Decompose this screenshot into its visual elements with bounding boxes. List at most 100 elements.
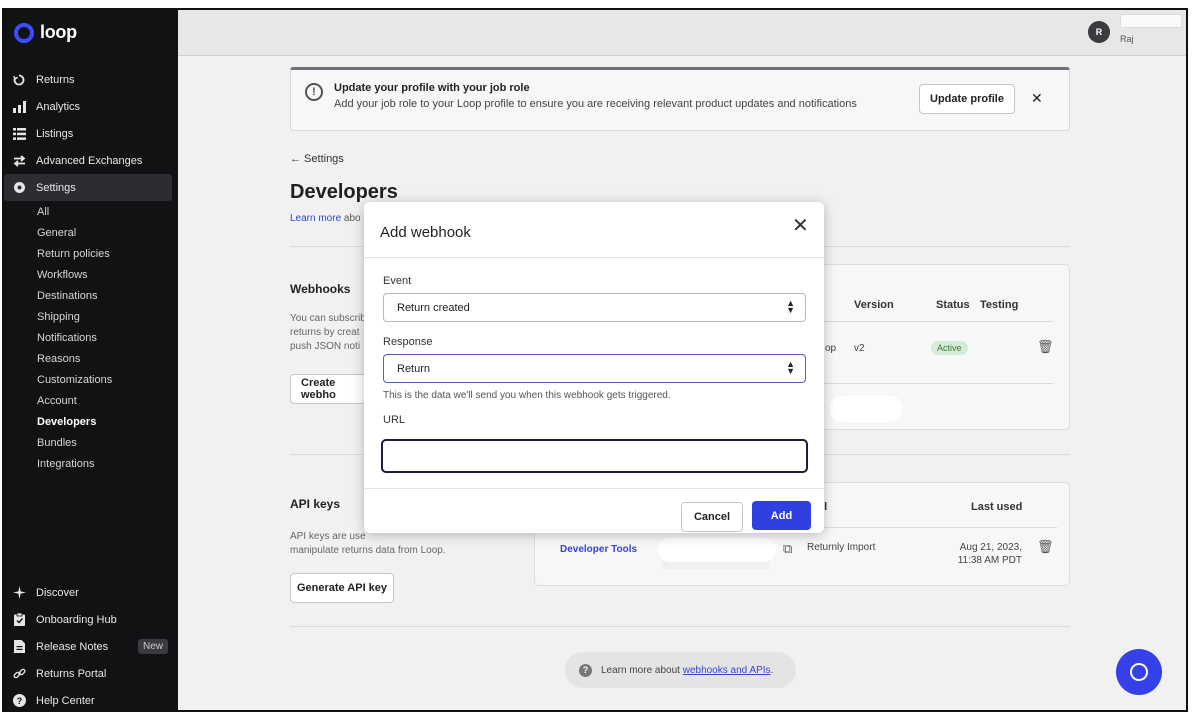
select-arrows-icon: ▲ ▼ (786, 359, 795, 376)
settings-sub-notifications[interactable]: Notifications (4, 327, 178, 348)
profile-banner: ! Update your profile with your job role… (290, 67, 1070, 131)
column-header-testing: Testing (980, 299, 1019, 311)
settings-sub-account[interactable]: Account (4, 390, 178, 411)
learn-more-text: Learn more abo (290, 213, 361, 224)
sidebar-bottom-nav: Discover Onboarding Hub Release Notes Ne… (4, 579, 178, 710)
copy-icon[interactable]: ⧉ (783, 541, 792, 557)
settings-icon (12, 181, 26, 195)
update-profile-button[interactable]: Update profile (919, 84, 1015, 114)
loop-logo-icon (14, 22, 34, 43)
analytics-icon (12, 100, 26, 114)
add-button[interactable]: Add (752, 501, 811, 530)
sidebar-item-help-center[interactable]: ? Help Center (4, 687, 172, 710)
sidebar-item-label: Onboarding Hub (36, 613, 117, 626)
new-badge: New (137, 639, 168, 654)
redaction-blob (658, 538, 776, 562)
banner-text: Add your job role to your Loop profile t… (334, 98, 857, 110)
cancel-button[interactable]: Cancel (681, 502, 743, 532)
sidebar-item-label: Analytics (36, 100, 81, 113)
redacted-user-info (1120, 14, 1182, 28)
generate-api-key-button[interactable]: Generate API key (290, 573, 394, 603)
webhooks-apis-link[interactable]: webhooks and APIs (683, 665, 771, 676)
sidebar-nav: Returns Analytics Listings Advanced Exch… (4, 66, 178, 474)
clipboard-icon (12, 613, 26, 627)
close-icon[interactable]: ✕ (1031, 90, 1043, 107)
chat-button[interactable] (1116, 649, 1162, 695)
webhook-row-fragment: op (825, 343, 837, 354)
link-icon (12, 667, 26, 681)
document-icon (12, 640, 26, 654)
help-icon: ? (579, 663, 592, 677)
settings-sub-return-policies[interactable]: Return policies (4, 243, 178, 264)
exchange-icon (12, 154, 26, 168)
divider (785, 321, 1053, 322)
create-webhook-button[interactable]: Create webho (290, 374, 372, 404)
discover-icon (12, 586, 26, 600)
column-header-version: Version (854, 299, 894, 311)
webhook-version: v2 (854, 343, 865, 354)
modal-title: Add webhook (380, 224, 471, 241)
trash-icon[interactable]: 🗑 (1037, 339, 1054, 355)
svg-text:?: ? (16, 696, 22, 706)
api-keys-description: API keys are use manipulate returns data… (290, 530, 490, 558)
api-keys-desc-line: manipulate returns data from Loop. (290, 545, 446, 556)
divider (364, 257, 824, 258)
help-text-end: . (770, 664, 774, 676)
sidebar-item-label: Listings (36, 127, 74, 140)
avatar[interactable]: R (1088, 21, 1110, 43)
response-select[interactable]: Return ▲ ▼ (383, 354, 806, 383)
sidebar-item-returns-portal[interactable]: Returns Portal (4, 660, 172, 687)
sidebar-item-label: Returns (36, 73, 75, 86)
settings-sub-customizations[interactable]: Customizations (4, 369, 178, 390)
returns-icon (12, 73, 26, 87)
event-label: Event (383, 275, 412, 287)
column-header-status: Status (936, 299, 970, 311)
sidebar-item-onboarding-hub[interactable]: Onboarding Hub (4, 606, 172, 633)
select-arrows-icon: ▲ ▼ (786, 298, 795, 315)
last-used-time: 11:38 AM PDT (957, 555, 1022, 566)
listings-icon (12, 127, 26, 141)
webhooks-title: Webhooks (290, 282, 351, 296)
sidebar-item-label: Discover (36, 586, 79, 599)
settings-sub-all[interactable]: All (4, 201, 178, 222)
settings-sub-workflows[interactable]: Workflows (4, 264, 178, 285)
trash-icon[interactable]: 🗑 (1037, 539, 1054, 555)
logo[interactable]: loop (14, 22, 77, 43)
settings-sub-developers[interactable]: Developers (4, 411, 178, 432)
chat-icon (1130, 663, 1148, 681)
top-bar: R Raj (178, 10, 1186, 56)
settings-sub-shipping[interactable]: Shipping (4, 306, 178, 327)
sidebar-item-advanced-exchanges[interactable]: Advanced Exchanges (4, 147, 172, 174)
sidebar-item-analytics[interactable]: Analytics (4, 93, 172, 120)
settings-sub-reasons[interactable]: Reasons (4, 348, 178, 369)
settings-sub-bundles[interactable]: Bundles (4, 432, 178, 453)
event-select[interactable]: Return created ▲ ▼ (383, 293, 806, 322)
sidebar-item-settings[interactable]: Settings (4, 174, 172, 201)
sidebar-item-release-notes[interactable]: Release Notes New (4, 633, 172, 660)
help-text: Learn more about webhooks and APIs. (601, 665, 773, 676)
sidebar: loop Returns Analytics Listings Advanced… (4, 10, 178, 710)
learn-more-link[interactable]: Learn more (290, 213, 341, 224)
developer-tools-link[interactable]: Developer Tools (560, 544, 637, 555)
redaction-blob (830, 396, 902, 422)
sidebar-item-label: Settings (36, 181, 76, 194)
banner-title: Update your profile with your job role (334, 82, 530, 94)
divider (364, 488, 824, 489)
help-pill: ? Learn more about webhooks and APIs. (565, 652, 796, 688)
settings-sub-destinations[interactable]: Destinations (4, 285, 178, 306)
settings-sub-general[interactable]: General (4, 222, 178, 243)
user-name: Raj (1120, 34, 1134, 44)
sidebar-item-discover[interactable]: Discover (4, 579, 172, 606)
back-to-settings-link[interactable]: ← Settings (290, 153, 344, 165)
sidebar-item-returns[interactable]: Returns (4, 66, 172, 93)
close-icon[interactable]: ✕ (792, 216, 809, 236)
url-input[interactable] (381, 439, 808, 473)
info-icon: ! (305, 83, 323, 101)
api-keys-title: API keys (290, 497, 341, 511)
settings-sub-integrations[interactable]: Integrations (4, 453, 178, 474)
logo-text: loop (40, 22, 77, 42)
last-used-date: Aug 21, 2023, (959, 542, 1022, 553)
sidebar-item-label: Returns Portal (36, 667, 107, 680)
sidebar-item-label: Help Center (36, 694, 95, 707)
sidebar-item-listings[interactable]: Listings (4, 120, 172, 147)
